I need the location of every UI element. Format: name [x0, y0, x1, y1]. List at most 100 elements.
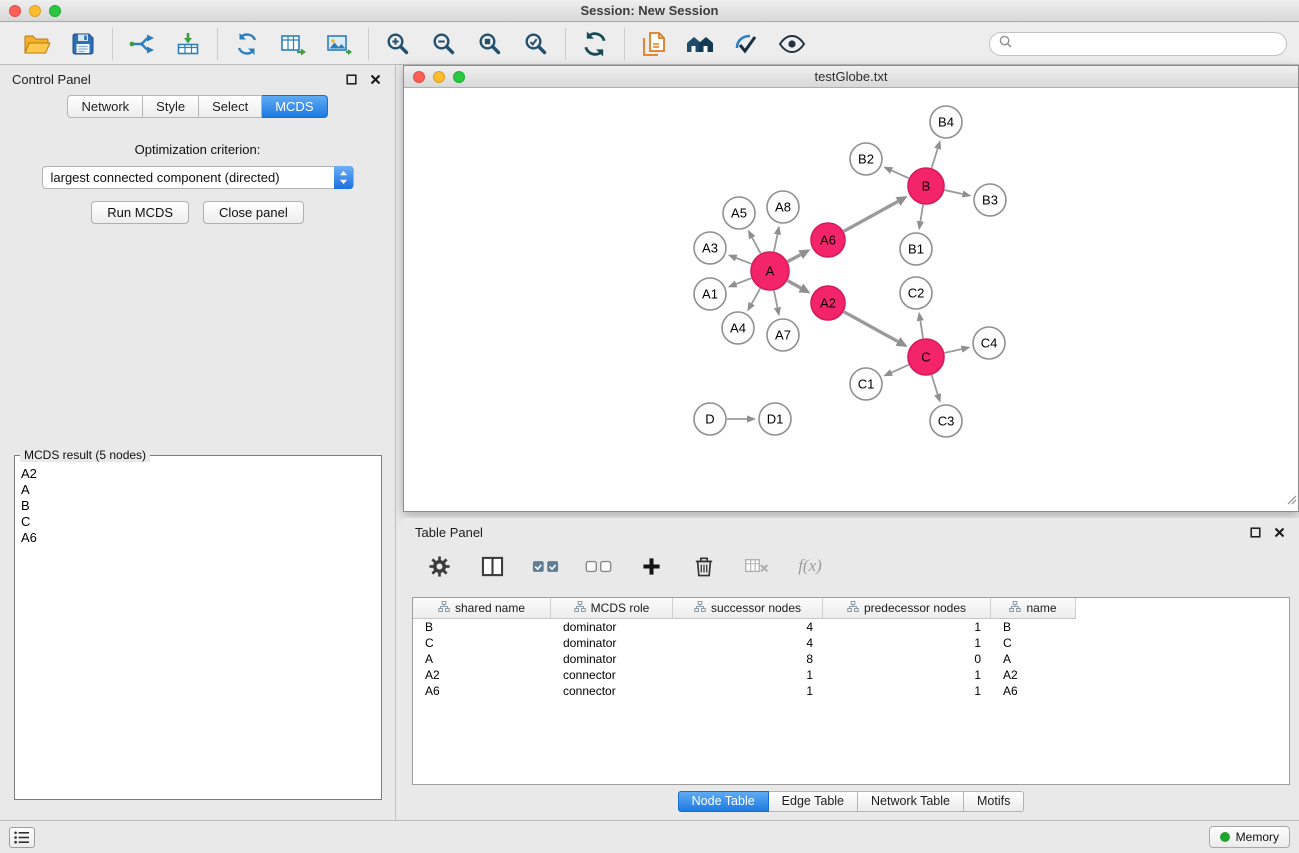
gear-icon[interactable] [425, 552, 453, 580]
table-cell: B [413, 620, 551, 634]
close-panel-icon[interactable] [367, 71, 383, 87]
zoom-out-icon[interactable] [429, 29, 459, 59]
deselect-all-icon[interactable] [584, 552, 612, 580]
node-A5[interactable]: A5 [723, 197, 755, 229]
node-D1[interactable]: D1 [759, 403, 791, 435]
node-A[interactable]: A [751, 252, 789, 290]
table-float-panel-icon[interactable] [1247, 524, 1263, 540]
minimize-window-button[interactable] [29, 5, 41, 17]
tab-motifs[interactable]: Motifs [964, 791, 1024, 812]
add-row-icon[interactable] [637, 552, 665, 580]
import-table-icon[interactable] [173, 29, 203, 59]
node-B3[interactable]: B3 [974, 184, 1006, 216]
result-item[interactable]: A6 [21, 530, 375, 546]
node-A3[interactable]: A3 [694, 232, 726, 264]
toolbar-group [217, 28, 368, 60]
node-C3[interactable]: C3 [930, 405, 962, 437]
delete-row-icon[interactable] [690, 552, 718, 580]
column-header-predecessor-nodes[interactable]: predecessor nodes [823, 598, 991, 619]
column-header-icon [1009, 601, 1021, 615]
table-cell: A2 [413, 668, 551, 682]
open-folder-icon[interactable] [22, 29, 52, 59]
node-A8[interactable]: A8 [767, 191, 799, 223]
save-icon[interactable] [68, 29, 98, 59]
table-row[interactable]: Adominator80A [413, 651, 1289, 667]
zoom-selected-icon[interactable] [521, 29, 551, 59]
table-cell: dominator [551, 652, 673, 666]
zoom-window-button[interactable] [49, 5, 61, 17]
node-B4[interactable]: B4 [930, 106, 962, 138]
node-B2[interactable]: B2 [850, 143, 882, 175]
close-window-button[interactable] [9, 5, 21, 17]
tab-node-table[interactable]: Node Table [678, 791, 769, 812]
tab-edge-table[interactable]: Edge Table [769, 791, 858, 812]
node-C4[interactable]: C4 [973, 327, 1005, 359]
network-minimize-button[interactable] [433, 71, 445, 83]
toolbar-group [368, 28, 565, 60]
search-box[interactable] [989, 32, 1287, 56]
control-panel-title: Control Panel [12, 72, 91, 87]
node-C1[interactable]: C1 [850, 368, 882, 400]
select-all-icon[interactable] [531, 552, 559, 580]
refresh-icon[interactable] [580, 29, 610, 59]
node-D[interactable]: D [694, 403, 726, 435]
task-list-button[interactable] [9, 827, 35, 848]
tab-mcds[interactable]: MCDS [262, 95, 327, 118]
memory-button[interactable]: Memory [1209, 826, 1290, 848]
float-panel-icon[interactable] [343, 71, 359, 87]
node-C[interactable]: C [908, 339, 944, 375]
home-icon[interactable] [685, 29, 715, 59]
node-A1[interactable]: A1 [694, 278, 726, 310]
network-close-button[interactable] [413, 71, 425, 83]
copy-document-icon[interactable] [639, 29, 669, 59]
result-item[interactable]: A2 [21, 466, 375, 482]
columns-icon[interactable] [478, 552, 506, 580]
node-B[interactable]: B [908, 168, 944, 204]
table-row[interactable]: A2connector11A2 [413, 667, 1289, 683]
table-cell: 4 [673, 636, 823, 650]
table-cell: 1 [673, 668, 823, 682]
tab-style[interactable]: Style [143, 95, 199, 118]
network-reload-icon[interactable] [232, 29, 262, 59]
zoom-in-icon[interactable] [383, 29, 413, 59]
table-cell: C [413, 636, 551, 650]
result-item[interactable]: A [21, 482, 375, 498]
run-mcds-button[interactable]: Run MCDS [91, 201, 189, 224]
session-title: Session: New Session [0, 0, 1299, 22]
tab-network[interactable]: Network [67, 95, 143, 118]
column-header-successor-nodes[interactable]: successor nodes [673, 598, 823, 619]
node-C2[interactable]: C2 [900, 277, 932, 309]
network-zoom-button[interactable] [453, 71, 465, 83]
close-panel-button[interactable]: Close panel [203, 201, 304, 224]
table-row[interactable]: A6connector11A6 [413, 683, 1289, 699]
eye-icon[interactable] [777, 29, 807, 59]
table-export-icon[interactable] [278, 29, 308, 59]
column-header-shared-name[interactable]: shared name [413, 598, 551, 619]
optimization-criterion-select[interactable]: largest connected component (directed) [42, 166, 354, 189]
style-check-icon[interactable] [731, 29, 761, 59]
column-header-name[interactable]: name [991, 598, 1076, 619]
node-A6[interactable]: A6 [811, 223, 845, 257]
control-panel: Control Panel NetworkStyleSelectMCDS Opt… [0, 65, 396, 821]
column-header-icon [438, 601, 450, 615]
zoom-fit-icon[interactable] [475, 29, 505, 59]
search-input[interactable] [1017, 36, 1277, 51]
network-canvas[interactable]: B4 B2 B B3 A5 A8 A6 B1 A3 A C2 A1 A2 A4 A7 C4 C C1 C3 D D1 [404, 89, 1298, 511]
node-A7[interactable]: A7 [767, 319, 799, 351]
result-item[interactable]: C [21, 514, 375, 530]
column-header-mcds-role[interactable]: MCDS role [551, 598, 673, 619]
resize-handle-icon[interactable] [1285, 492, 1297, 510]
svg-text:A5: A5 [731, 206, 747, 221]
result-item[interactable]: B [21, 498, 375, 514]
node-B1[interactable]: B1 [900, 233, 932, 265]
table-close-panel-icon[interactable] [1271, 524, 1287, 540]
table-row[interactable]: Cdominator41C [413, 635, 1289, 651]
tab-select[interactable]: Select [199, 95, 262, 118]
table-cell: connector [551, 668, 673, 682]
table-row[interactable]: Bdominator41B [413, 619, 1289, 635]
node-A2[interactable]: A2 [811, 286, 845, 320]
tab-network-table[interactable]: Network Table [858, 791, 964, 812]
node-A4[interactable]: A4 [722, 312, 754, 344]
image-export-icon[interactable] [324, 29, 354, 59]
import-network-icon[interactable] [127, 29, 157, 59]
